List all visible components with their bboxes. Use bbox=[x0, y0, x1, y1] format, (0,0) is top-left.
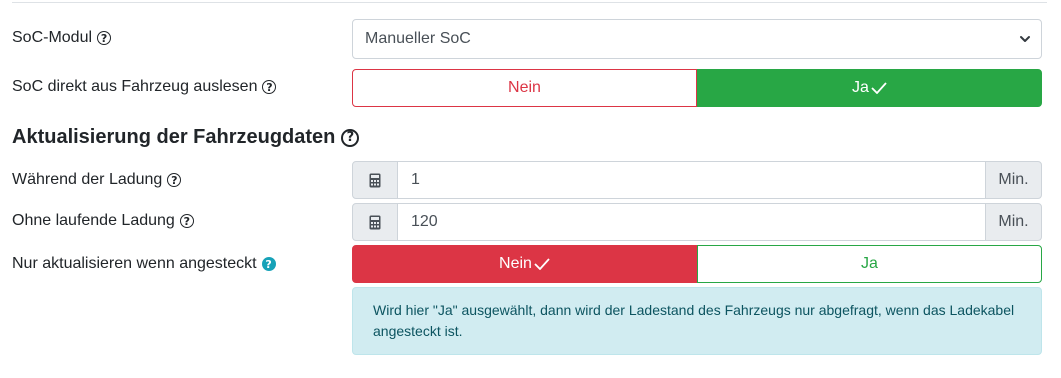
section-heading-row: Aktualisierung der Fahrzeugdaten ? bbox=[12, 126, 360, 149]
soc-from-vehicle-label: SoC direkt aus Fahrzeug auslesen bbox=[12, 78, 258, 95]
yes-button-label: Ja bbox=[861, 255, 878, 272]
calculator-icon-box bbox=[352, 203, 398, 241]
while-charging-label: Während der Ladung bbox=[12, 171, 163, 188]
top-divider bbox=[12, 2, 1047, 3]
only-when-plugged-yes-button[interactable]: Ja bbox=[697, 245, 1042, 283]
soc-from-vehicle-no-button[interactable]: Nein bbox=[352, 69, 697, 107]
calculator-icon-box bbox=[352, 161, 398, 199]
calculator-icon bbox=[369, 173, 381, 187]
chevron-down-icon bbox=[1020, 36, 1030, 42]
soc-module-select[interactable]: Manueller SoC bbox=[352, 19, 1042, 59]
question-circle-icon[interactable]: ? bbox=[179, 214, 194, 228]
not-charging-input[interactable]: 120 bbox=[398, 203, 985, 241]
check-icon bbox=[534, 258, 550, 270]
soc-from-vehicle-yes-button[interactable]: Ja bbox=[697, 69, 1042, 107]
question-circle-icon[interactable]: ? bbox=[97, 31, 112, 45]
check-icon bbox=[871, 82, 887, 94]
no-button-label: Nein bbox=[499, 255, 532, 272]
question-circle-icon[interactable]: ? bbox=[261, 257, 276, 271]
not-charging-unit: Min. bbox=[985, 203, 1042, 241]
not-charging-value: 120 bbox=[411, 213, 438, 230]
question-circle-icon[interactable]: ? bbox=[341, 128, 360, 147]
update-section-heading: Aktualisierung der Fahrzeugdaten bbox=[12, 126, 336, 148]
only-when-plugged-label-row: Nur aktualisieren wenn angesteckt ? bbox=[12, 255, 276, 273]
only-when-plugged-no-button[interactable]: Nein bbox=[352, 245, 697, 283]
soc-module-label: SoC-Modul bbox=[12, 29, 93, 46]
question-circle-icon[interactable]: ? bbox=[262, 80, 277, 94]
not-charging-label-row: Ohne laufende Ladung ? bbox=[12, 212, 194, 230]
calculator-icon bbox=[369, 215, 381, 229]
only-when-plugged-label: Nur aktualisieren wenn angesteckt bbox=[12, 255, 257, 272]
while-charging-value: 1 bbox=[411, 171, 420, 188]
while-charging-input[interactable]: 1 bbox=[398, 161, 985, 199]
soc-from-vehicle-toggle: Nein Ja bbox=[352, 69, 1042, 107]
only-when-plugged-toggle: Nein Ja bbox=[352, 245, 1042, 283]
yes-button-label: Ja bbox=[852, 79, 869, 96]
no-button-label: Nein bbox=[508, 79, 541, 96]
while-charging-input-group: 1 Min. bbox=[352, 161, 1042, 199]
info-alert-text: Wird hier "Ja" ausgewählt, dann wird der… bbox=[373, 302, 1015, 339]
not-charging-label: Ohne laufende Ladung bbox=[12, 212, 175, 229]
while-charging-label-row: Während der Ladung ? bbox=[12, 171, 182, 189]
info-alert: Wird hier "Ja" ausgewählt, dann wird der… bbox=[352, 287, 1042, 355]
question-circle-icon[interactable]: ? bbox=[167, 173, 182, 187]
soc-from-vehicle-label-row: SoC direkt aus Fahrzeug auslesen ? bbox=[12, 78, 277, 96]
not-charging-input-group: 120 Min. bbox=[352, 203, 1042, 241]
soc-module-selected-value: Manueller SoC bbox=[365, 30, 471, 47]
soc-module-label-row: SoC-Modul ? bbox=[12, 29, 112, 47]
while-charging-unit: Min. bbox=[985, 161, 1042, 199]
